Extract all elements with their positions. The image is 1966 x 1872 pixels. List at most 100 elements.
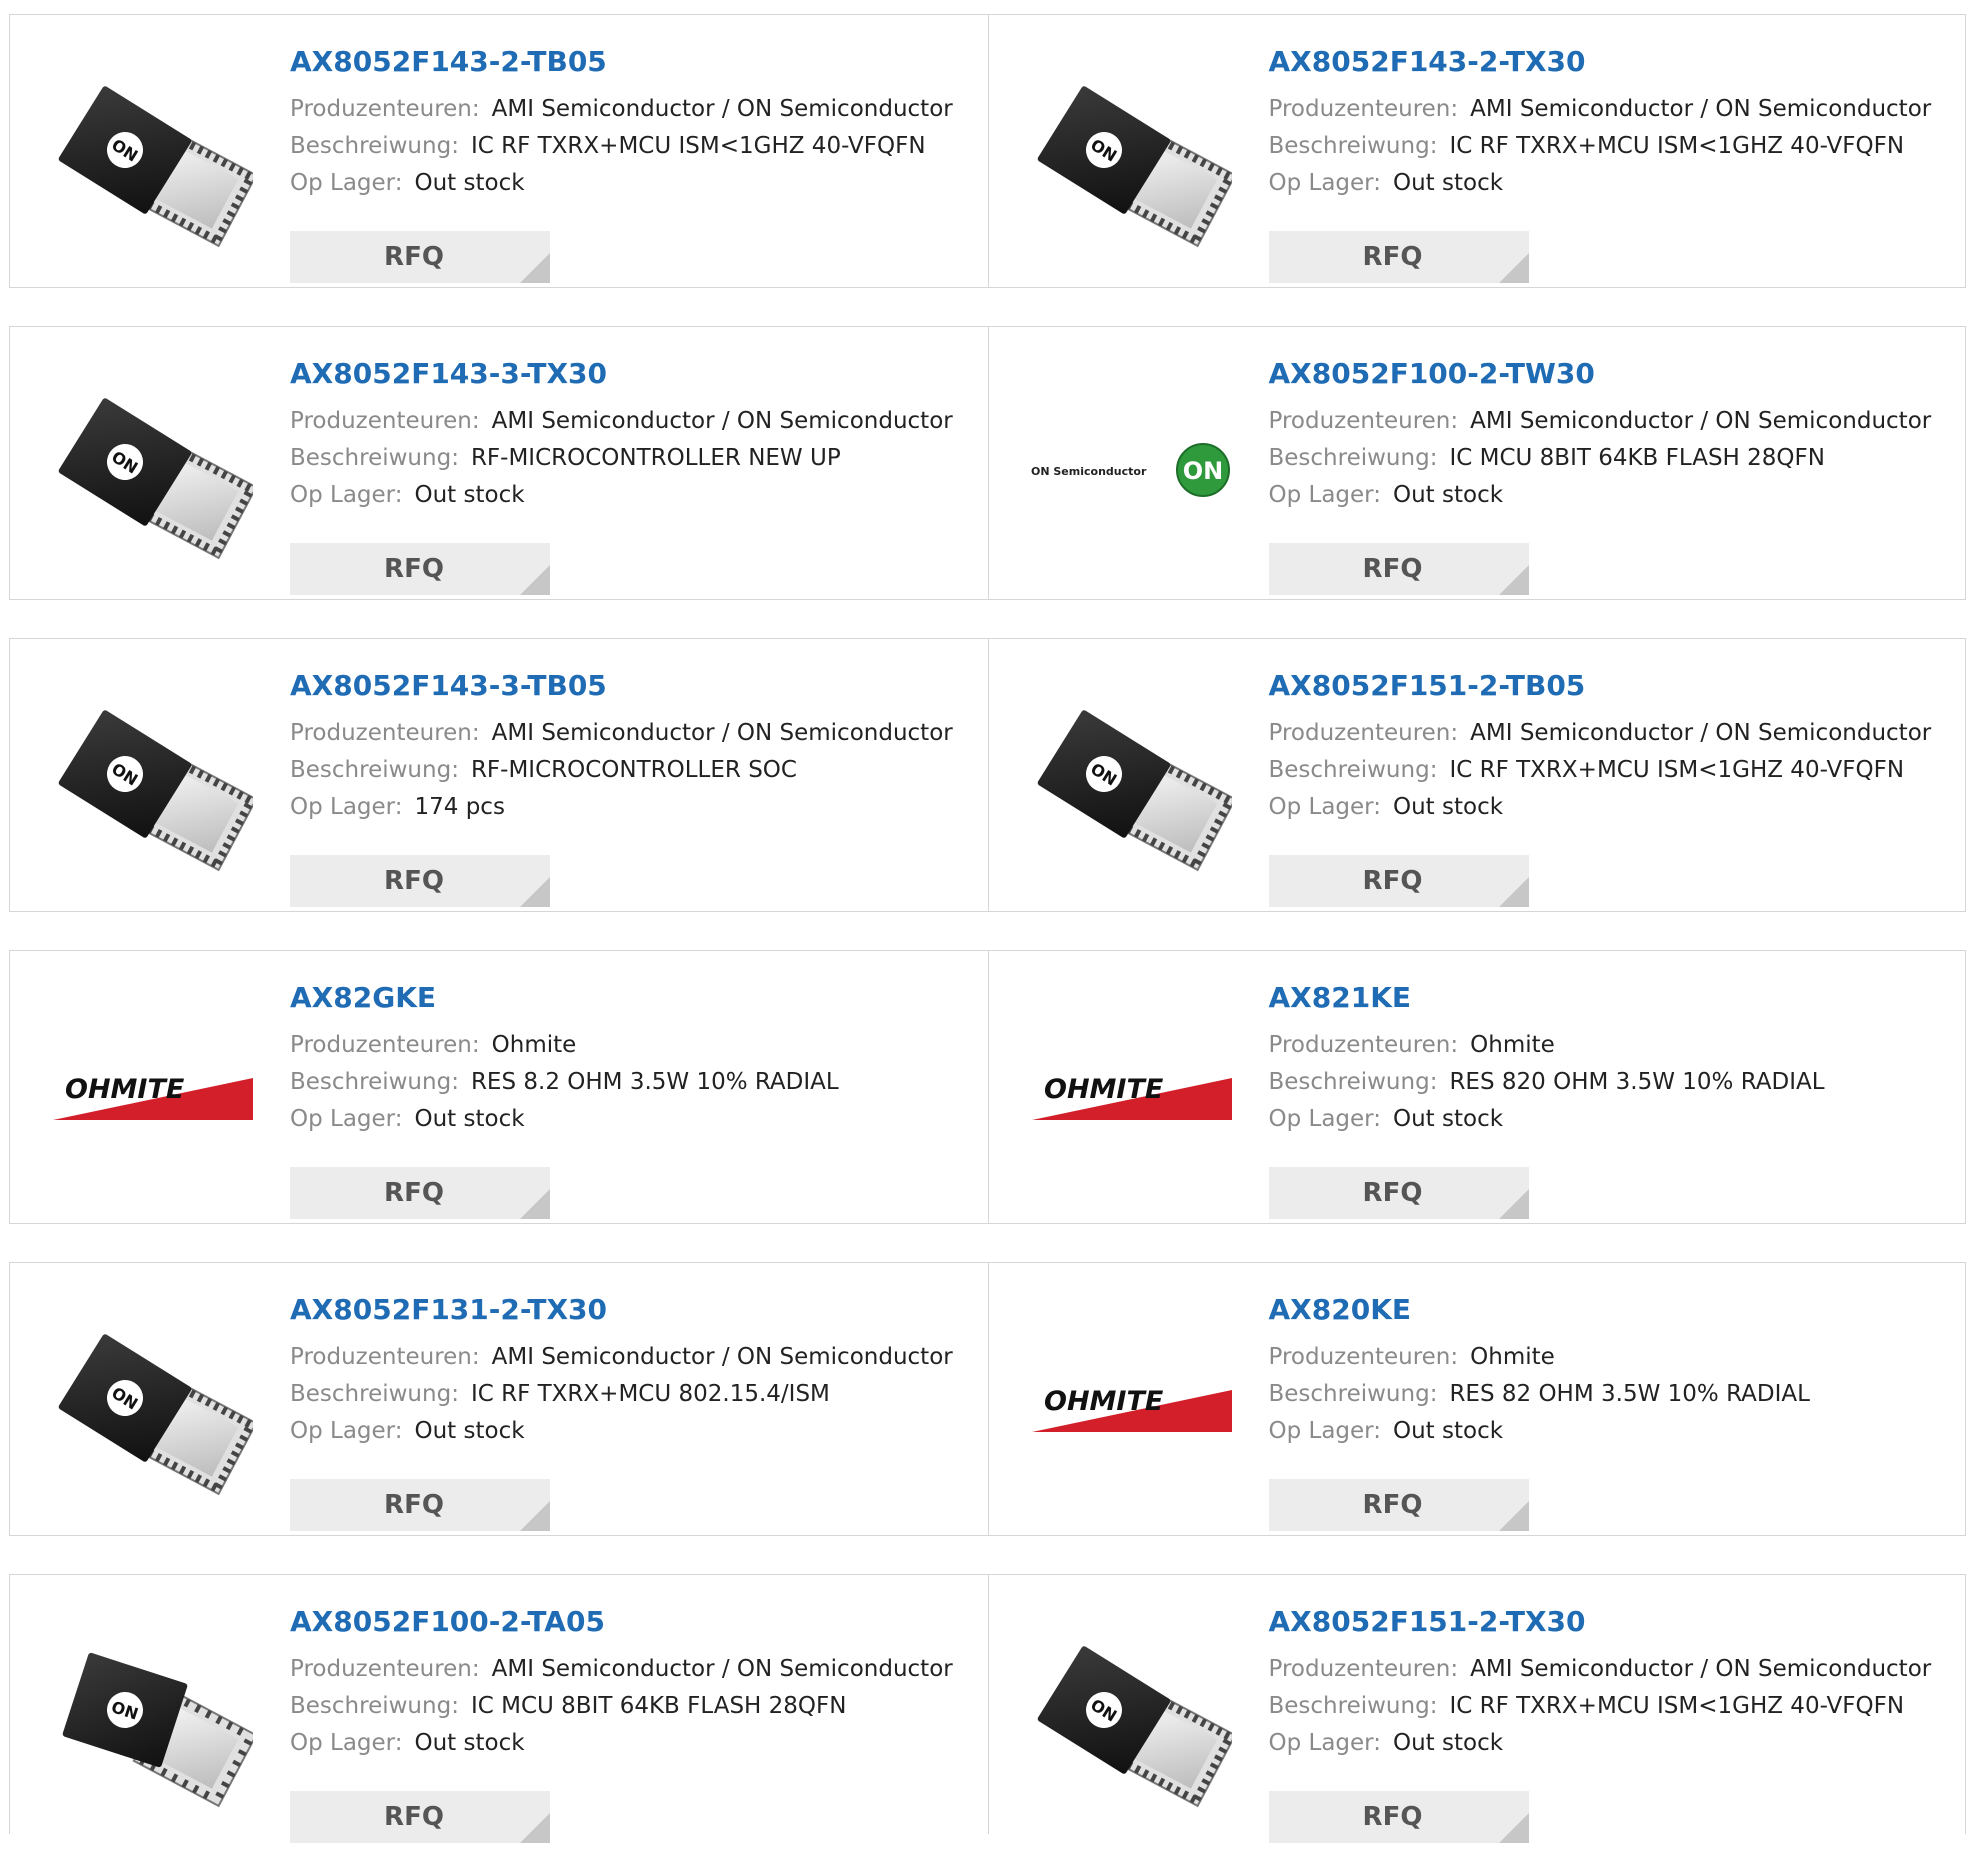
rfq-button[interactable]: RFQ — [1268, 1167, 1529, 1219]
chip-image[interactable]: ON — [48, 53, 258, 263]
description-label: Beschreiwung: — [290, 445, 459, 471]
part-number-link[interactable]: AX82GKE — [290, 981, 978, 1015]
svg-text:OHMITE: OHMITE — [65, 1074, 185, 1105]
part-number-link[interactable]: AX8052F143-2-TB05 — [290, 45, 978, 79]
rfq-button-label: RFQ — [384, 1178, 444, 1208]
rfq-button[interactable]: RFQ — [1268, 543, 1529, 595]
description-value: RES 820 OHM 3.5W 10% RADIAL — [1449, 1069, 1825, 1095]
rfq-button-label: RFQ — [1362, 554, 1423, 584]
rfq-button[interactable]: RFQ — [290, 855, 550, 907]
stock-value: Out stock — [414, 482, 525, 508]
stock-line: Op Lager: Out stock — [1269, 1725, 1956, 1762]
rfq-button-label: RFQ — [1362, 866, 1423, 896]
svg-text:ON: ON — [1182, 457, 1223, 485]
product-row: ON AX8052F100-2-TA05 Produzenteuren: AMI … — [9, 1574, 1966, 1843]
manufacturer-label: Produzenteuren: — [1268, 408, 1459, 434]
ohmite-logo[interactable]: OHMITE — [1027, 1301, 1237, 1511]
part-number-link[interactable]: AX820KE — [1269, 1293, 1956, 1327]
manufacturer-line: Produzenteuren: Ohmite — [290, 1027, 978, 1064]
rfq-button-label: RFQ — [384, 242, 444, 272]
rfq-button[interactable]: RFQ — [290, 543, 550, 595]
stock-value: Out stock — [1392, 794, 1504, 820]
stock-label: Op Lager: — [1268, 482, 1381, 508]
on-semiconductor-logo[interactable]: ON Semiconductor ON — [1027, 365, 1237, 575]
rfq-button[interactable]: RFQ — [1268, 1791, 1529, 1843]
stock-value: Out stock — [414, 1418, 525, 1444]
product-card: ON AX8052F131-2-TX30 Produzenteuren: AMI … — [10, 1263, 988, 1535]
product-card: ON AX8052F143-3-TX30 Produzenteuren: AMI … — [10, 327, 988, 599]
part-number-link[interactable]: AX8052F100-2-TW30 — [1269, 357, 1956, 391]
rfq-button[interactable]: RFQ — [1268, 1479, 1529, 1531]
rfq-button[interactable]: RFQ — [290, 1791, 550, 1843]
manufacturer-label: Produzenteuren: — [290, 96, 480, 122]
svg-text:OHMITE: OHMITE — [1044, 1074, 1164, 1105]
stock-value: Out stock — [414, 1106, 525, 1132]
ohmite-logo[interactable]: OHMITE — [48, 989, 258, 1199]
chip-image[interactable]: ON — [48, 1301, 258, 1511]
product-row: OHMITE AX82GKE Produzenteuren: Ohmite Bes… — [9, 950, 1966, 1224]
chip-image[interactable]: ON — [48, 365, 258, 575]
description-value: RF-MICROCONTROLLER NEW UP — [470, 445, 841, 471]
description-value: IC RF TXRX+MCU ISM<1GHZ 40-VFQFN — [1449, 133, 1905, 159]
manufacturer-line: Produzenteuren: Ohmite — [1269, 1339, 1956, 1376]
manufacturer-label: Produzenteuren: — [290, 408, 480, 434]
description-value: IC MCU 8BIT 64KB FLASH 28QFN — [1449, 445, 1825, 471]
svg-text:ON Semiconductor: ON Semiconductor — [1031, 465, 1147, 478]
manufacturer-label: Produzenteuren: — [1268, 1656, 1459, 1682]
rfq-corner-decoration — [1498, 1813, 1529, 1843]
part-number-link[interactable]: AX8052F143-3-TX30 — [290, 357, 978, 391]
rfq-button-label: RFQ — [384, 554, 444, 584]
manufacturer-line: Produzenteuren: Ohmite — [1269, 1027, 1956, 1064]
rfq-button[interactable]: RFQ — [290, 1167, 550, 1219]
stock-line: Op Lager: Out stock — [1269, 789, 1956, 826]
chip-image[interactable]: ON — [1027, 53, 1237, 263]
svg-text:OHMITE: OHMITE — [1044, 1386, 1164, 1417]
chip-image[interactable]: ON — [48, 1613, 258, 1823]
product-info: AX8052F143-3-TB05 Produzenteuren: AMI Sem… — [290, 669, 978, 907]
product-info: AX8052F143-3-TX30 Produzenteuren: AMI Sem… — [290, 357, 978, 595]
part-number-link[interactable]: AX8052F143-2-TX30 — [1269, 45, 1956, 79]
rfq-button-label: RFQ — [1362, 242, 1423, 272]
product-grid: ON AX8052F143-2-TB05 Produzenteuren: AMI … — [9, 14, 1966, 1872]
manufacturer-value: AMI Semiconductor / ON Semiconductor — [1470, 1656, 1932, 1682]
product-card: ON Semiconductor ON AX8052F100-2-TW30 Pr… — [987, 327, 1966, 599]
rfq-button[interactable]: RFQ — [290, 231, 550, 283]
stock-value: Out stock — [1392, 170, 1504, 196]
rfq-corner-decoration — [1498, 253, 1529, 283]
description-label: Beschreiwung: — [1268, 1069, 1438, 1095]
product-card: ON AX8052F151-2-TB05 Produzenteuren: AMI … — [987, 639, 1966, 911]
part-number-link[interactable]: AX8052F143-3-TB05 — [290, 669, 978, 703]
part-number-link[interactable]: AX821KE — [1269, 981, 1956, 1015]
rfq-button-label: RFQ — [384, 1802, 444, 1832]
chip-image[interactable]: ON — [1027, 1613, 1237, 1823]
description-label: Beschreiwung: — [1268, 1693, 1438, 1719]
stock-value: Out stock — [1392, 482, 1504, 508]
manufacturer-line: Produzenteuren: AMI Semiconductor / ON Se… — [1269, 403, 1956, 440]
description-value: IC RF TXRX+MCU ISM<1GHZ 40-VFQFN — [1449, 757, 1905, 783]
chip-image[interactable]: ON — [1027, 677, 1237, 887]
ohmite-logo[interactable]: OHMITE — [1027, 989, 1237, 1199]
rfq-button[interactable]: RFQ — [1268, 855, 1529, 907]
part-number-link[interactable]: AX8052F151-2-TX30 — [1269, 1605, 1956, 1639]
part-number-link[interactable]: AX8052F151-2-TB05 — [1269, 669, 1956, 703]
manufacturer-value: Ohmite — [1470, 1344, 1555, 1370]
description-value: IC RF TXRX+MCU 802.15.4/ISM — [470, 1381, 830, 1407]
manufacturer-label: Produzenteuren: — [1268, 1032, 1459, 1058]
manufacturer-line: Produzenteuren: AMI Semiconductor / ON Se… — [290, 1339, 978, 1376]
product-card: OHMITE AX821KE Produzenteuren: Ohmite Bes… — [987, 951, 1966, 1223]
chip-image[interactable]: ON — [48, 677, 258, 887]
rfq-button[interactable]: RFQ — [290, 1479, 550, 1531]
stock-value: Out stock — [1392, 1106, 1504, 1132]
part-number-link[interactable]: AX8052F131-2-TX30 — [290, 1293, 978, 1327]
product-row: ON AX8052F143-3-TB05 Produzenteuren: AMI … — [9, 638, 1966, 912]
manufacturer-line: Produzenteuren: AMI Semiconductor / ON Se… — [290, 715, 978, 752]
product-row: ON AX8052F143-2-TB05 Produzenteuren: AMI … — [9, 14, 1966, 288]
description-label: Beschreiwung: — [1268, 757, 1438, 783]
manufacturer-value: AMI Semiconductor / ON Semiconductor — [491, 1344, 953, 1370]
manufacturer-line: Produzenteuren: AMI Semiconductor / ON Se… — [290, 91, 978, 128]
part-number-link[interactable]: AX8052F100-2-TA05 — [290, 1605, 978, 1639]
description-label: Beschreiwung: — [1268, 1381, 1438, 1407]
product-card: ON AX8052F151-2-TX30 Produzenteuren: AMI … — [987, 1575, 1966, 1843]
rfq-button[interactable]: RFQ — [1268, 231, 1529, 283]
manufacturer-line: Produzenteuren: AMI Semiconductor / ON Se… — [290, 1651, 978, 1688]
